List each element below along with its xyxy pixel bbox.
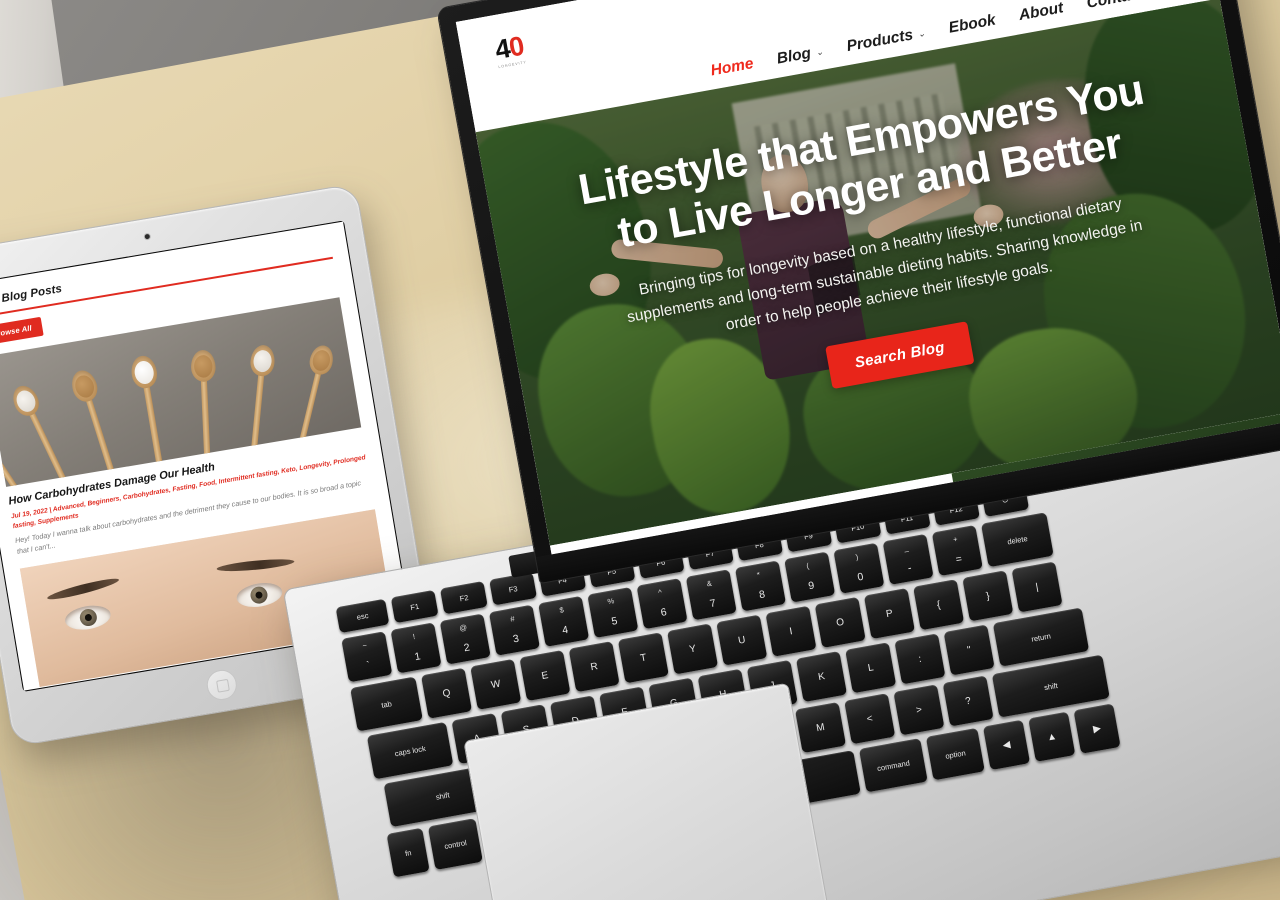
nav-label: About xyxy=(1017,0,1065,25)
tablet-camera-icon xyxy=(143,233,150,240)
key-5[interactable]: % 5 xyxy=(587,586,639,639)
key-t[interactable]: T xyxy=(617,632,669,684)
key-u[interactable]: U xyxy=(716,614,768,666)
key-1[interactable]: ! 1 xyxy=(390,622,442,674)
key-6[interactable]: ^ 6 xyxy=(636,578,688,630)
laptop-screen[interactable]: 40 LONGEVITY Home Blog ⌄ Products ⌄ Eboo… xyxy=(455,0,1280,555)
key-3[interactable]: #3 xyxy=(488,604,540,656)
key-8[interactable]: * 8 xyxy=(734,560,787,612)
key-comma[interactable]: < xyxy=(844,693,896,745)
key-control[interactable]: control xyxy=(427,818,483,870)
key-l[interactable]: L xyxy=(845,642,897,694)
key-bracket-right[interactable]: } xyxy=(962,570,1014,622)
key-command-right[interactable]: command xyxy=(858,738,928,793)
key-0[interactable]: ) 0 xyxy=(833,542,885,594)
laptop-computer: esc F1 F2 F3 F4 F5 F6 F7 F8 F9 F10 F11 F… xyxy=(157,0,1280,900)
key-k[interactable]: K xyxy=(795,651,848,703)
key-arrow-left[interactable]: ◀ xyxy=(982,719,1031,771)
nav-item-about[interactable]: About xyxy=(1018,0,1065,25)
key-bracket-left[interactable]: { xyxy=(913,579,965,631)
key-option-right[interactable]: option xyxy=(925,727,985,781)
chevron-down-icon: ⌄ xyxy=(814,45,825,58)
key-2[interactable]: @2 xyxy=(439,613,491,665)
key-quote[interactable]: " xyxy=(943,624,995,676)
key-p[interactable]: P xyxy=(863,588,915,640)
key-w[interactable]: W xyxy=(470,658,522,710)
nav-label: Blog xyxy=(775,44,813,68)
key-arrow-right[interactable]: ▶ xyxy=(1073,703,1121,754)
nav-item-products[interactable]: Products ⌄ xyxy=(845,24,927,56)
key-arrow-updown[interactable]: ▲ xyxy=(1028,711,1076,762)
key-f3[interactable]: F3 xyxy=(489,572,538,606)
key-7[interactable]: & 7 xyxy=(685,569,737,621)
key-semicolon[interactable]: : xyxy=(894,633,946,685)
key-r[interactable]: R xyxy=(568,641,620,693)
key-i[interactable]: I xyxy=(765,605,817,657)
key-e[interactable]: E xyxy=(519,649,571,702)
key-m[interactable]: M xyxy=(794,702,847,754)
key-f1[interactable]: F1 xyxy=(390,589,439,624)
chevron-down-icon: ⌄ xyxy=(916,27,927,39)
key-minus[interactable]: _ - xyxy=(882,533,934,585)
key-o[interactable]: O xyxy=(814,596,866,648)
key-delete[interactable]: delete xyxy=(980,512,1054,568)
key-return[interactable]: return xyxy=(992,607,1090,667)
browse-all-button[interactable]: Browse All xyxy=(0,316,45,346)
key-period[interactable]: > xyxy=(893,684,945,736)
website-viewport: 40 LONGEVITY Home Blog ⌄ Products ⌄ Eboo… xyxy=(455,0,1280,555)
key-slash[interactable]: ? xyxy=(942,675,994,727)
key-4[interactable]: $4 xyxy=(538,595,590,647)
hero-content: Lifestyle that Empowers You to Live Long… xyxy=(485,50,1276,444)
key-f2[interactable]: F2 xyxy=(439,580,488,615)
key-caps-lock[interactable]: caps lock xyxy=(366,721,454,780)
key-fn[interactable]: fn xyxy=(386,827,430,878)
nav-label: Products xyxy=(845,26,915,56)
site-logo[interactable]: 40 LONGEVITY xyxy=(493,31,527,70)
nav-label: Contact xyxy=(1085,0,1145,13)
key-esc[interactable]: esc xyxy=(335,598,390,634)
desk-scene-photo: TOP Blog Posts Browse All xyxy=(0,0,1280,900)
key-y[interactable]: Y xyxy=(667,623,719,675)
search-blog-button[interactable]: Search Blog xyxy=(824,321,975,390)
key-equals[interactable]: + = xyxy=(931,524,983,577)
nav-label: Home xyxy=(709,55,755,80)
key-backtick[interactable]: ~ ` xyxy=(341,631,393,683)
key-9[interactable]: (9 xyxy=(784,551,836,603)
nav-item-home[interactable]: Home xyxy=(709,55,755,80)
key-q[interactable]: Q xyxy=(420,667,473,719)
key-backslash[interactable]: | xyxy=(1011,561,1063,613)
key-tab[interactable]: tab xyxy=(350,676,423,732)
nav-label: Ebook xyxy=(947,11,997,37)
nav-item-blog[interactable]: Blog ⌄ xyxy=(775,43,824,69)
nav-item-ebook[interactable]: Ebook xyxy=(947,12,997,38)
tablet-home-button[interactable] xyxy=(204,667,240,703)
nav-item-contact[interactable]: Contact xyxy=(1085,0,1145,13)
